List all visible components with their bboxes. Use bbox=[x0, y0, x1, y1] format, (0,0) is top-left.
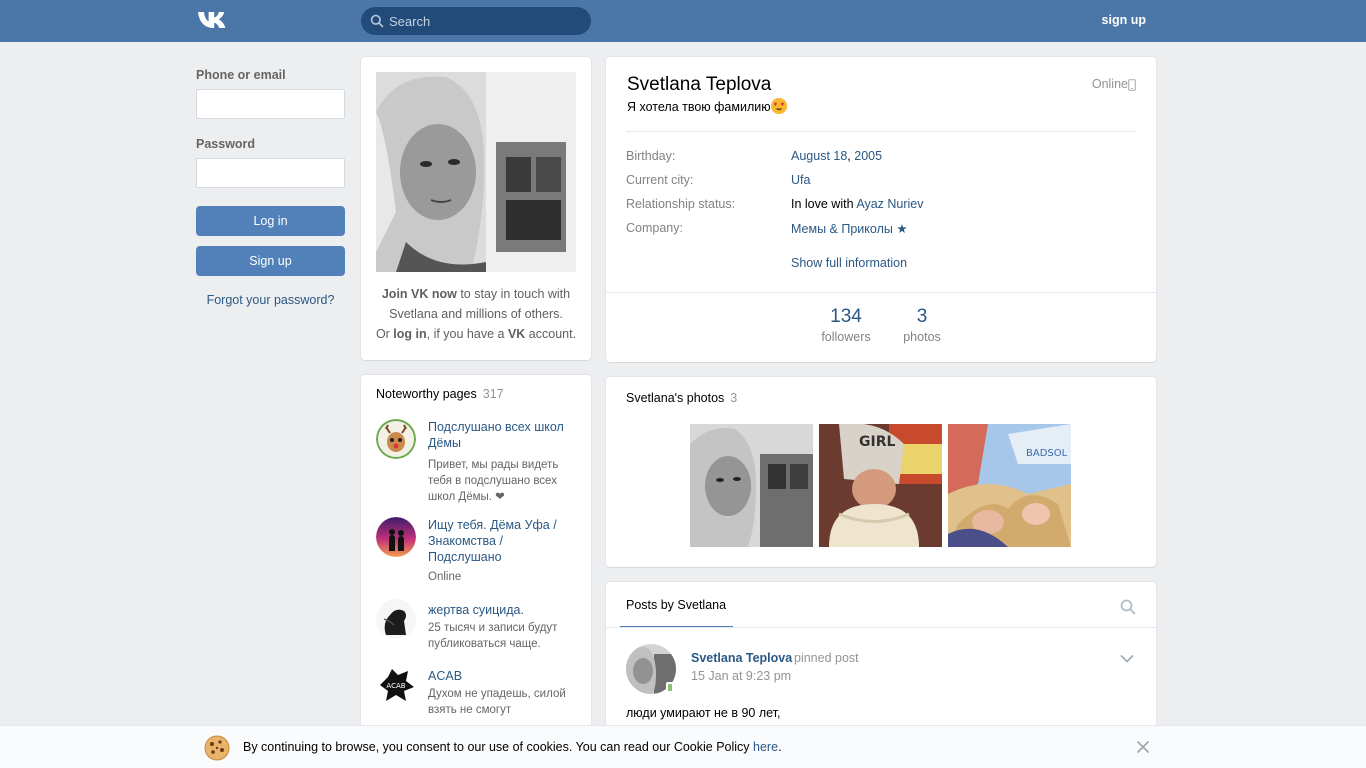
password-label: Password bbox=[196, 137, 256, 151]
top-header: sign up bbox=[0, 0, 1366, 42]
group-description: Online bbox=[428, 571, 462, 583]
noteworthy-title-text: Noteworthy pages bbox=[376, 387, 477, 401]
close-icon[interactable] bbox=[1137, 741, 1149, 753]
chevron-down-icon[interactable] bbox=[1120, 654, 1134, 664]
post-date-link[interactable]: 15 Jan at 9:23 pm bbox=[691, 669, 791, 683]
svg-text:GIRL: GIRL bbox=[859, 434, 895, 450]
password-input[interactable] bbox=[196, 158, 345, 188]
group-name[interactable]: ACAB bbox=[428, 668, 578, 684]
photos-card: Svetlana's photos 3 GIRL BADSOL bbox=[606, 377, 1156, 567]
mobile-online-icon bbox=[666, 682, 674, 693]
profile-photo[interactable] bbox=[376, 72, 576, 272]
birthday-value: August 18, 2005 bbox=[791, 149, 882, 163]
profile-card: Svetlana Teplova Online Я хотела твою фа… bbox=[606, 57, 1156, 362]
photo-thumbnail[interactable] bbox=[690, 424, 813, 547]
group-avatar[interactable]: ACAB bbox=[376, 665, 416, 705]
login-form: Phone or email Password Log in Sign up F… bbox=[196, 68, 345, 307]
cookie-banner: By continuing to browse, you consent to … bbox=[0, 725, 1366, 768]
group-description: 25 тысяч и записи будут публиковаться ча… bbox=[428, 622, 558, 650]
city-link[interactable]: Ufa bbox=[791, 173, 810, 187]
company-label: Company: bbox=[626, 221, 683, 235]
photos-label: photos bbox=[903, 330, 941, 344]
search-input[interactable] bbox=[389, 7, 584, 35]
posts-tab[interactable]: Posts by Svetlana bbox=[626, 598, 726, 612]
posts-divider bbox=[606, 627, 1156, 628]
profile-divider bbox=[626, 131, 1136, 132]
cookie-policy-link[interactable]: here bbox=[753, 740, 778, 754]
photo-thumbnail[interactable]: BADSOL bbox=[948, 424, 1071, 547]
company-link[interactable]: Мемы & Приколы ★ bbox=[791, 221, 908, 236]
avatar-card: Join VK now to stay in touch with Svetla… bbox=[361, 57, 591, 360]
if-have-text: , if you have a bbox=[426, 327, 508, 341]
join-text: Join VK now to stay in touch with Svetla… bbox=[371, 284, 581, 344]
birthday-date-link[interactable]: August 18 bbox=[791, 149, 847, 163]
counters-divider bbox=[606, 292, 1156, 293]
header-signup-link[interactable]: sign up bbox=[1102, 13, 1146, 27]
group-name[interactable]: Ищу тебя. Дёма Уфа / Знакомства / Подслу… bbox=[428, 517, 578, 565]
group-description: Привет, мы рады видеть тебя в подслушано… bbox=[428, 459, 559, 503]
signup-button[interactable]: Sign up bbox=[196, 246, 345, 276]
photos-title-count: 3 bbox=[730, 391, 738, 405]
search-icon[interactable] bbox=[1120, 599, 1136, 615]
profile-name: Svetlana Teplova bbox=[627, 74, 772, 95]
group-name[interactable]: Подслушано всех школ Дёмы bbox=[428, 419, 578, 451]
group-avatar[interactable] bbox=[376, 599, 416, 639]
photos-title[interactable]: Svetlana's photos 3 bbox=[626, 391, 737, 405]
partner-link[interactable]: Ayaz Nuriev bbox=[856, 197, 923, 211]
group-name[interactable]: жертва суицида. bbox=[428, 602, 578, 618]
profile-status: Я хотела твою фамилию bbox=[627, 98, 787, 114]
post-author-link[interactable]: Svetlana Teplova bbox=[691, 651, 792, 665]
login-inline-link[interactable]: log in bbox=[393, 327, 426, 341]
or-text: Or bbox=[375, 327, 394, 341]
group-avatar[interactable] bbox=[376, 517, 416, 557]
login-button[interactable]: Log in bbox=[196, 206, 345, 236]
account-text: account. bbox=[525, 327, 577, 341]
followers-counter[interactable]: 134 followers bbox=[816, 306, 876, 344]
vk-word: VK bbox=[507, 327, 526, 341]
noteworthy-title[interactable]: Noteworthy pages 317 bbox=[376, 387, 504, 401]
phone-email-input[interactable] bbox=[196, 89, 345, 119]
cookie-text: By continuing to browse, you consent to … bbox=[243, 740, 782, 754]
cookie-message: By continuing to browse, you consent to … bbox=[243, 740, 754, 754]
noteworthy-count: 317 bbox=[482, 387, 504, 401]
noteworthy-pages-card: Noteworthy pages 317 Подслушано всех школ… bbox=[361, 375, 591, 735]
pinned-label: pinned post bbox=[794, 651, 859, 665]
join-link[interactable]: Join VK now bbox=[382, 287, 457, 301]
show-full-info-link[interactable]: Show full information bbox=[791, 256, 907, 270]
photo-thumbnail[interactable]: GIRL bbox=[819, 424, 942, 547]
relationship-label: Relationship status: bbox=[626, 197, 736, 211]
search-box[interactable] bbox=[361, 7, 591, 35]
group-description: Духом не упадешь, силой взять не смогут bbox=[428, 688, 566, 716]
post-text: люди умирают не в 90 лет, bbox=[626, 706, 781, 720]
svg-text:ACAB: ACAB bbox=[386, 682, 405, 690]
relationship-prefix: In love with bbox=[791, 197, 857, 211]
birthday-label: Birthday: bbox=[626, 149, 676, 163]
followers-count: 134 bbox=[830, 306, 862, 327]
online-status: Online bbox=[1091, 77, 1128, 91]
vk-logo[interactable] bbox=[196, 10, 230, 32]
photos-counter[interactable]: 3 photos bbox=[897, 306, 947, 344]
cookie-icon bbox=[204, 735, 230, 761]
city-label: Current city: bbox=[626, 173, 694, 187]
group-avatar[interactable] bbox=[376, 419, 416, 459]
followers-label: followers bbox=[821, 330, 871, 344]
search-icon bbox=[370, 14, 384, 28]
heart-eyes-emoji-icon bbox=[770, 98, 787, 114]
forgot-password-link[interactable]: Forgot your password? bbox=[196, 293, 345, 307]
cookie-end: . bbox=[778, 740, 782, 754]
phone-label: Phone or email bbox=[196, 68, 286, 82]
photos-count: 3 bbox=[916, 306, 928, 327]
relationship-value: In love with Ayaz Nuriev bbox=[791, 197, 924, 211]
birthday-year-link[interactable]: 2005 bbox=[854, 149, 882, 163]
svg-text:BADSOL: BADSOL bbox=[1026, 448, 1068, 459]
mobile-phone-icon bbox=[1128, 79, 1136, 91]
photos-title-text: Svetlana's photos bbox=[626, 391, 725, 405]
status-text: Я хотела твою фамилию bbox=[627, 100, 771, 114]
